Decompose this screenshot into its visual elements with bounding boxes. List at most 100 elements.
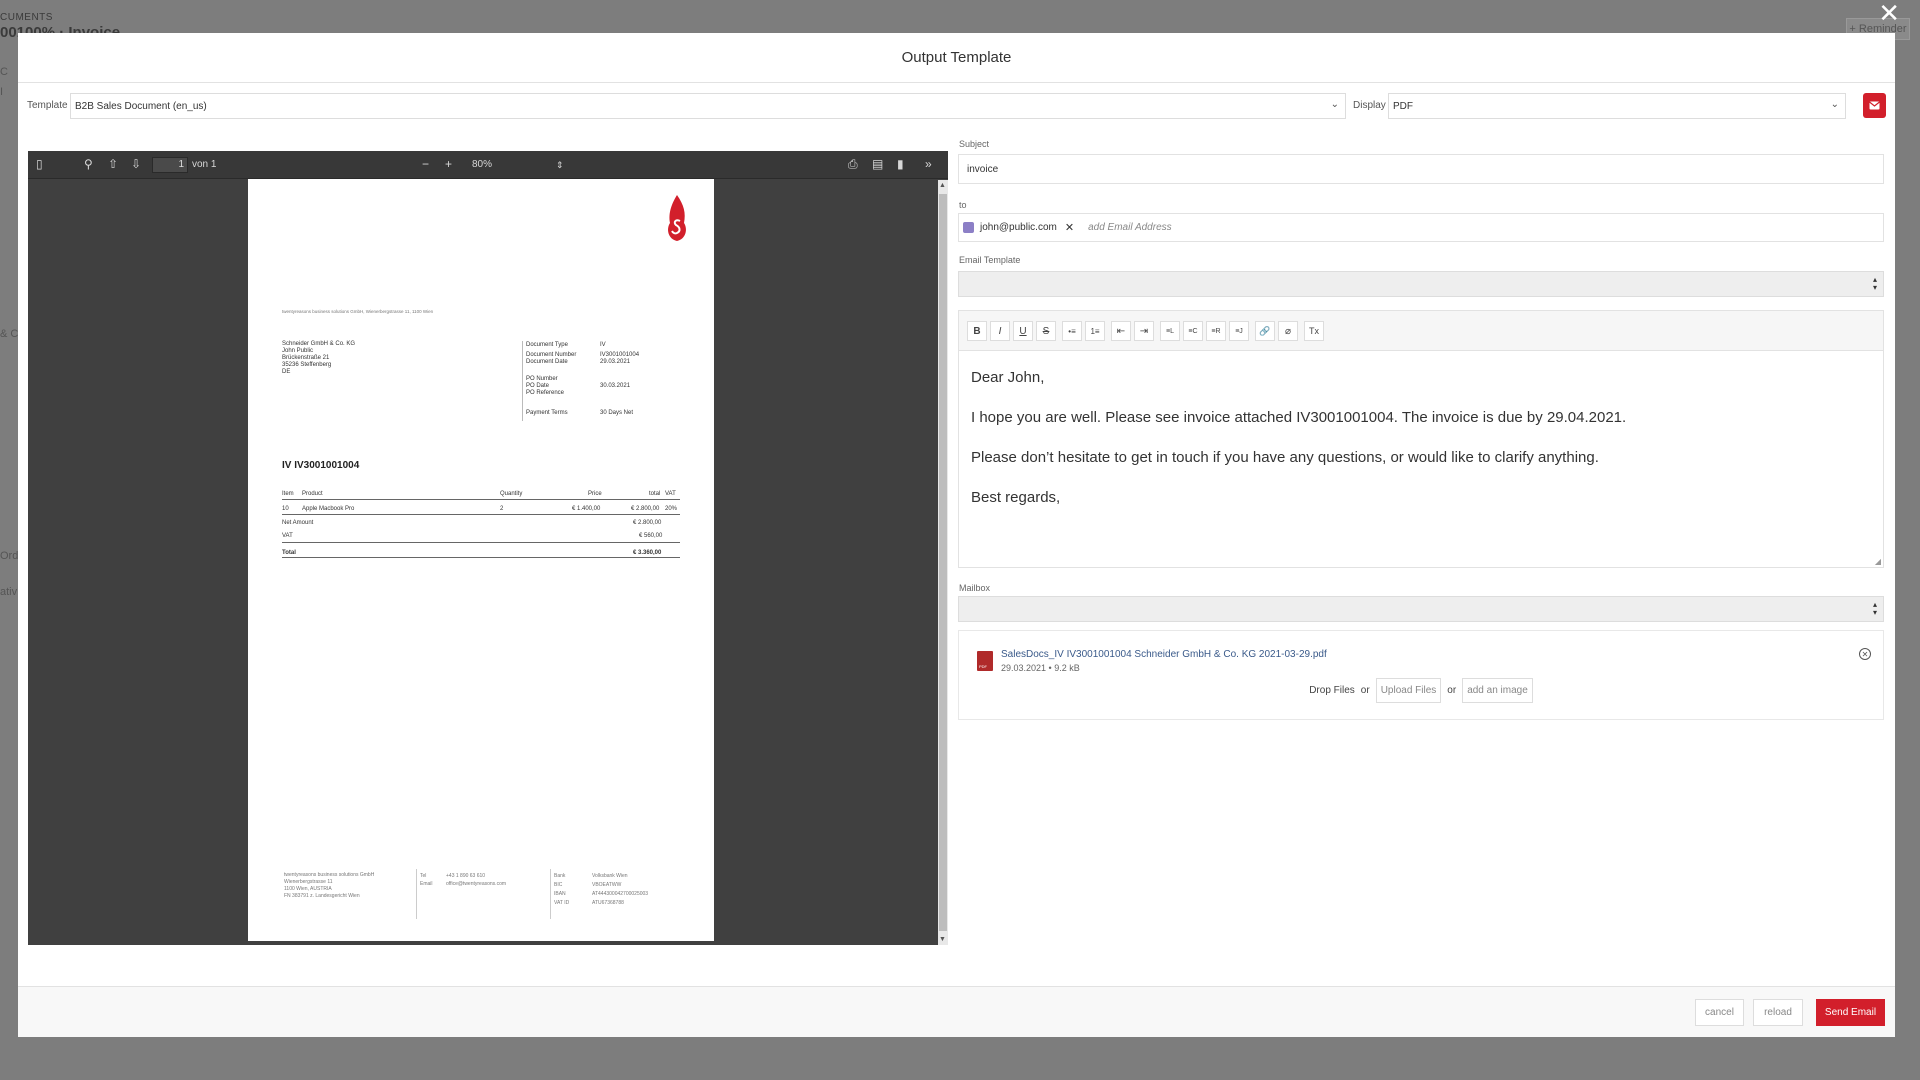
table-header: total — [649, 491, 661, 497]
footer-value: ATU67368788 — [592, 900, 624, 906]
or-separator: or — [1360, 685, 1370, 696]
previous-page-icon[interactable]: ⇧ — [108, 158, 118, 170]
table-header: Price — [588, 491, 602, 497]
meta-label: PO Number — [526, 376, 558, 382]
print-icon[interactable]: ⎙ — [848, 158, 858, 170]
italic-icon[interactable]: I — [990, 321, 1010, 341]
template-select[interactable]: B2B Sales Document (en_us) ⌄ — [70, 93, 1346, 119]
body-paragraph: I hope you are well. Please see invoice … — [971, 409, 1627, 426]
bookmark-icon[interactable]: ▮ — [897, 158, 904, 170]
add-image-button[interactable]: add an image — [1462, 678, 1533, 703]
table-cell: Apple Macbook Pro — [302, 506, 355, 512]
meta-label: Payment Terms — [526, 410, 568, 416]
template-label: Template — [27, 100, 68, 111]
clear-format-icon[interactable]: Tx — [1304, 321, 1324, 341]
reload-button[interactable]: reload — [1753, 999, 1803, 1026]
zoom-in-icon[interactable]: + — [445, 158, 452, 170]
template-row: Template B2B Sales Document (en_us) ⌄ Di… — [18, 92, 1895, 120]
attachments-panel: SalesDocs_IV IV3001001004 Schneider GmbH… — [958, 630, 1884, 720]
to-input[interactable]: john@public.com ✕ add Email Address — [958, 213, 1884, 242]
indent-icon[interactable]: ⇥ — [1134, 321, 1154, 341]
table-cell: 20% — [665, 506, 678, 512]
next-page-icon[interactable]: ⇩ — [131, 158, 141, 170]
meta-label: PO Date — [526, 383, 550, 389]
footer-line: twentyreasons business solutions GmbH — [284, 872, 375, 878]
display-select[interactable]: PDF ⌄ — [1388, 93, 1846, 119]
drop-zone[interactable]: Drop Files or Upload Files or add an ima… — [959, 678, 1883, 703]
bullet-list-icon[interactable]: •≡ — [1062, 321, 1082, 341]
table-cell: 10 — [282, 506, 289, 512]
vat-value: € 560,00 — [639, 533, 663, 539]
table-cell: 2 — [500, 506, 504, 512]
email-button[interactable] — [1863, 93, 1886, 118]
mailbox-select[interactable]: ▴ ▾ — [958, 596, 1884, 622]
zoom-out-icon[interactable]: − — [422, 158, 429, 170]
sidebar-toggle-icon[interactable]: ▯ — [36, 158, 43, 170]
bold-icon[interactable]: B — [967, 321, 987, 341]
pdf-scrollbar[interactable]: ▲ ▼ — [938, 180, 948, 945]
footer-value: +43 1 890 63 610 — [446, 873, 486, 879]
recipient-email: john@public.com — [980, 222, 1057, 233]
pdf-toolbar: ▯ ⚲ ⇧ ⇩ 1 von 1 − + 80% ⇕ ⎙ ▤ ▮ » — [28, 151, 948, 179]
remove-recipient-icon[interactable]: ✕ — [1065, 221, 1074, 234]
address-line: Schneider GmbH & Co. KG — [282, 341, 356, 347]
subject-label: Subject — [959, 139, 990, 149]
mailbox-label: Mailbox — [959, 583, 991, 593]
align-center-icon[interactable]: ≡C — [1183, 321, 1203, 341]
sender-line: twentyreasons business solutions GmbH, W… — [282, 309, 434, 314]
footer-value: VBOEATWW — [592, 882, 622, 888]
table-cell: € 2.800,00 — [631, 506, 660, 512]
meta-label: Document Type — [526, 342, 568, 348]
contact-icon — [963, 222, 974, 233]
search-icon[interactable]: ⚲ — [84, 158, 93, 170]
editor-content[interactable]: Dear John, I hope you are well. Please s… — [959, 351, 1883, 547]
outdent-icon[interactable]: ⇤ — [1111, 321, 1131, 341]
tools-chevron-icon[interactable]: » — [925, 158, 932, 170]
subject-input[interactable]: invoice — [958, 154, 1884, 184]
meta-value: 30.03.2021 — [600, 383, 631, 389]
modal-footer: cancel reload Send Email — [18, 986, 1895, 1037]
scroll-up-icon[interactable]: ▲ — [939, 182, 946, 189]
envelope-icon — [1869, 101, 1880, 110]
align-right-icon[interactable]: ≡R — [1206, 321, 1226, 341]
link-icon[interactable]: 🔗 — [1255, 321, 1275, 341]
meta-value: 29.03.2021 — [600, 359, 631, 365]
send-email-button[interactable]: Send Email — [1816, 999, 1885, 1026]
attachment-file-name[interactable]: SalesDocs_IV IV3001001004 Schneider GmbH… — [1001, 649, 1327, 660]
attachment-meta: 29.03.2021 • 9.2 kB — [1001, 663, 1080, 673]
footer-line: FN 383791 z. Landesgericht Wien — [284, 893, 360, 899]
cancel-button[interactable]: cancel — [1695, 999, 1744, 1026]
table-header: Product — [302, 491, 323, 497]
or-separator: or — [1447, 685, 1457, 696]
scroll-thumb[interactable] — [939, 194, 947, 931]
align-justify-icon[interactable]: ≡J — [1229, 321, 1249, 341]
footer-label: Email — [420, 881, 433, 887]
remove-attachment-icon[interactable]: ✕ — [1859, 648, 1871, 660]
strikethrough-icon[interactable]: S — [1036, 321, 1056, 341]
download-icon[interactable]: ▤ — [872, 158, 883, 170]
table-header: VAT — [665, 491, 676, 497]
email-template-label: Email Template — [959, 255, 1021, 265]
add-email-placeholder[interactable]: add Email Address — [1088, 222, 1172, 233]
upload-files-button[interactable]: Upload Files — [1375, 678, 1442, 703]
resize-handle-icon[interactable]: ◢ — [1875, 557, 1881, 566]
unlink-icon[interactable]: ⌀ — [1278, 321, 1298, 341]
recipient-chip: john@public.com ✕ — [963, 220, 1074, 236]
footer-value: Volksbank Wien — [592, 873, 628, 879]
align-left-icon[interactable]: ≡L — [1160, 321, 1180, 341]
page-number-input[interactable]: 1 — [152, 157, 188, 173]
numbered-list-icon[interactable]: 1≡ — [1085, 321, 1105, 341]
email-template-select[interactable]: ▴ ▾ — [958, 271, 1884, 297]
scroll-down-icon[interactable]: ▼ — [939, 936, 946, 943]
display-label: Display — [1353, 100, 1386, 111]
footer-line: 1100 Wien, AUSTRIA — [284, 886, 332, 892]
footer-value: AT444300042700025003 — [592, 891, 649, 897]
output-template-modal: Output Template Template B2B Sales Docum… — [18, 33, 1895, 1037]
close-icon[interactable]: ✕ — [1878, 0, 1900, 26]
footer-line: Wienerbergstrasse 11 — [284, 879, 333, 885]
footer-label: Tel — [420, 873, 427, 879]
underline-icon[interactable]: U — [1013, 321, 1033, 341]
template-select-value: B2B Sales Document (en_us) — [75, 100, 207, 112]
table-header: Item — [282, 491, 294, 497]
modal-title: Output Template — [18, 33, 1895, 83]
